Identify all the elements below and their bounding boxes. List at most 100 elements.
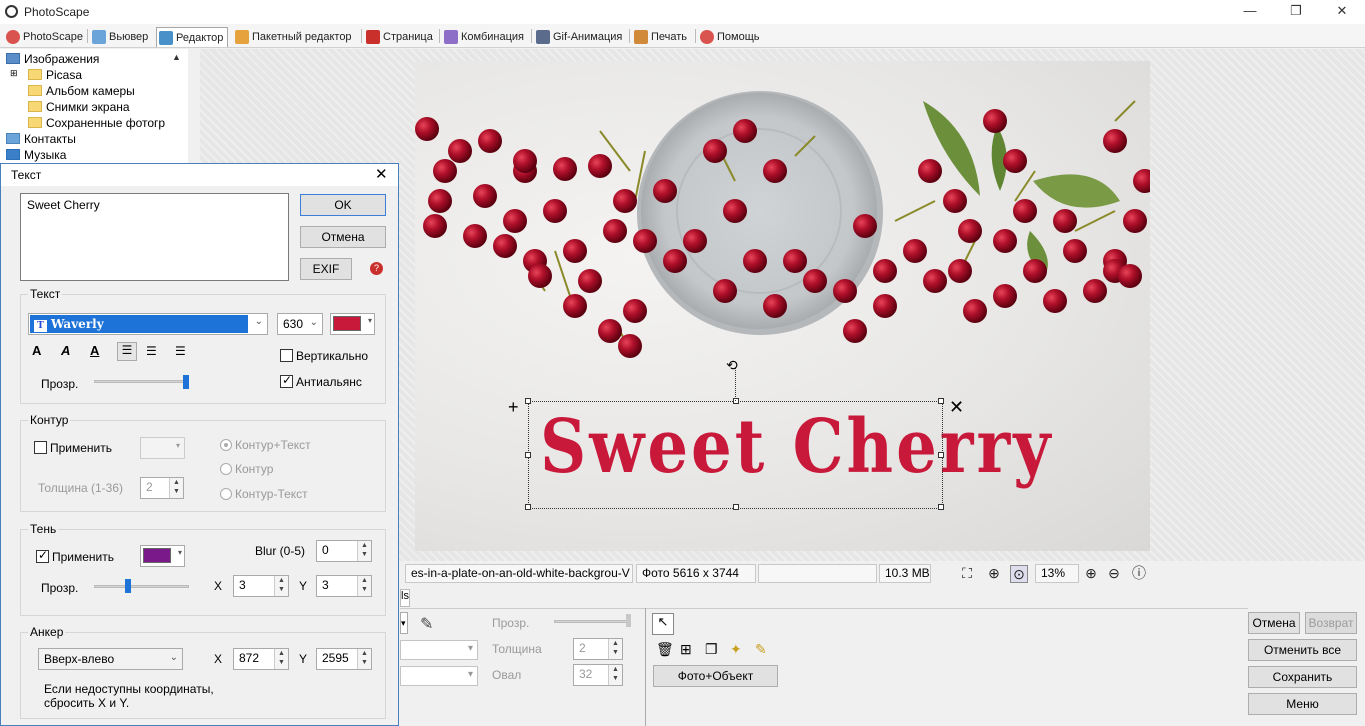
resize-handle[interactable] xyxy=(733,504,739,510)
anchor-y-spinner[interactable]: 2595 ▲ ▼ xyxy=(316,648,372,670)
fit-screen-icon[interactable]: ⛶ xyxy=(958,565,976,583)
text-opacity-thumb[interactable] xyxy=(183,375,189,389)
undo-all-button[interactable]: Отменить все xyxy=(1248,639,1357,661)
shadow-apply-checkbox[interactable]: Применить xyxy=(36,548,114,564)
shadow-x-spinner[interactable]: 3 ▲ ▼ xyxy=(233,575,289,597)
radio-outline-button[interactable] xyxy=(220,463,232,475)
radio-outline-minus-text-button[interactable] xyxy=(220,488,232,500)
radio-outline-text-button[interactable] xyxy=(220,439,232,451)
anchor-select[interactable]: Вверх-влево ⌄ xyxy=(38,648,183,670)
outline-apply-box[interactable] xyxy=(34,441,47,454)
expand-icon[interactable]: ⊞ xyxy=(10,68,18,79)
zoom-in-icon[interactable]: ⊕ xyxy=(1082,565,1100,583)
copy-object-icon[interactable]: ❐ xyxy=(705,641,718,658)
resize-handle[interactable] xyxy=(733,398,739,404)
tab-viewer[interactable]: Вьювер xyxy=(90,27,152,47)
opacity-slider[interactable] xyxy=(554,620,630,623)
cancel-button[interactable]: Отмена xyxy=(300,226,386,248)
tab-combine[interactable]: Комбинация xyxy=(442,27,528,47)
tree-item-images[interactable]: Изображения xyxy=(6,52,99,66)
resize-handle[interactable] xyxy=(525,504,531,510)
bottom-combo-2[interactable]: ▾ xyxy=(400,666,478,686)
tree-item-picasa[interactable]: Picasa xyxy=(28,68,82,82)
shadow-y-spinner[interactable]: 3 ▲ ▼ xyxy=(316,575,372,597)
shadow-color-picker[interactable]: ▾ xyxy=(140,545,185,567)
radio-outline[interactable]: Контур xyxy=(220,462,273,476)
undo-button[interactable]: Отмена xyxy=(1248,612,1300,634)
ok-button[interactable]: OK xyxy=(300,194,386,216)
text-opacity-slider[interactable] xyxy=(94,380,189,383)
fit-window-icon[interactable]: ⊙ xyxy=(1010,565,1028,583)
outline-apply-checkbox[interactable]: Применить xyxy=(34,441,112,455)
trash-icon[interactable]: 🗑 xyxy=(656,641,674,658)
effects-icon[interactable]: ✦ xyxy=(730,641,742,658)
thickness-spinner[interactable]: 2 ▲ ▼ xyxy=(573,638,623,660)
minimize-button[interactable]: — xyxy=(1227,0,1273,24)
outline-thickness-spinner[interactable]: 2 ▲ ▼ xyxy=(140,477,184,499)
opacity-thumb[interactable] xyxy=(626,614,631,627)
shadow-opacity-slider[interactable] xyxy=(94,585,189,588)
text-color-picker[interactable]: ▾ xyxy=(330,313,375,335)
zoom-out-icon[interactable]: ⊖ xyxy=(1105,565,1123,583)
scroll-up-icon[interactable]: ▲ xyxy=(172,52,181,62)
eyedropper-icon[interactable]: ✎ xyxy=(420,614,433,634)
align-left-icon[interactable]: ☰ xyxy=(117,342,137,361)
info-icon[interactable]: ⓘ xyxy=(1130,565,1148,583)
restore-button[interactable]: ❐ xyxy=(1273,0,1319,24)
tree-item-screenshots[interactable]: Снимки экрана xyxy=(28,100,130,114)
delete-object-icon[interactable]: ✕ xyxy=(949,397,964,418)
rotate-icon[interactable]: ⟲ xyxy=(726,357,738,374)
underline-icon[interactable]: A xyxy=(90,343,99,358)
add-object-icon[interactable]: ⊞ xyxy=(680,641,692,658)
redo-button[interactable]: Возврат xyxy=(1305,612,1357,634)
resize-handle[interactable] xyxy=(938,398,944,404)
tab-print[interactable]: Печать xyxy=(632,27,691,47)
font-size-select[interactable]: 630 ⌄ xyxy=(277,313,323,335)
tab-editor[interactable]: Редактор xyxy=(156,27,229,47)
tab-gif[interactable]: Gif-Анимация xyxy=(534,27,626,47)
close-window-button[interactable]: ✕ xyxy=(1319,0,1365,24)
menu-button[interactable]: Меню xyxy=(1248,693,1357,715)
vertical-checkbox[interactable]: Вертикально xyxy=(280,349,368,363)
resize-handle[interactable] xyxy=(525,398,531,404)
dialog-close-icon[interactable]: ✕ xyxy=(375,165,388,183)
oval-spinner[interactable]: 32 ▲ ▼ xyxy=(573,664,623,686)
tab-page[interactable]: Страница xyxy=(364,27,437,47)
tree-item-music[interactable]: Музыка xyxy=(6,148,66,162)
resize-handle[interactable] xyxy=(525,452,531,458)
align-center-icon[interactable]: ☰ xyxy=(146,344,157,358)
pointer-tool-icon[interactable]: ↖ xyxy=(652,613,674,635)
tab-fragment[interactable]: ls xyxy=(400,589,410,607)
tree-item-contacts[interactable]: Контакты xyxy=(6,132,76,146)
move-icon[interactable]: + xyxy=(508,397,519,418)
antialias-checkbox[interactable]: Антиальянс xyxy=(280,373,362,389)
dropdown-arrow-icon[interactable]: ▾ xyxy=(400,612,408,634)
save-button[interactable]: Сохранить xyxy=(1248,666,1357,688)
shadow-opacity-thumb[interactable] xyxy=(125,579,132,593)
tab-photoscape[interactable]: PhotoScape xyxy=(4,27,87,47)
tab-help[interactable]: Помощь xyxy=(698,27,764,47)
font-select[interactable]: T Waverly ⌄ xyxy=(28,313,268,335)
blur-spinner[interactable]: 0 ▲ ▼ xyxy=(316,540,372,562)
vertical-checkbox-box[interactable] xyxy=(280,349,293,362)
anchor-x-spinner[interactable]: 872 ▲ ▼ xyxy=(233,648,289,670)
text-input[interactable]: Sweet Cherry xyxy=(20,193,289,281)
radio-outline-minus-text[interactable]: Контур-Текст xyxy=(220,487,308,501)
resize-handle[interactable] xyxy=(938,504,944,510)
text-selection-box[interactable] xyxy=(525,398,944,510)
tree-item-camera-roll[interactable]: Альбом камеры xyxy=(28,84,135,98)
actual-size-icon[interactable]: ⊕ xyxy=(985,565,1003,583)
tree-item-saved-photos[interactable]: Сохраненные фотогр xyxy=(28,116,165,130)
photo-object-button[interactable]: Фото+Объект xyxy=(653,665,778,687)
text-edit-icon[interactable]: ✎ xyxy=(755,641,767,658)
tab-batch-editor[interactable]: Пакетный редактор xyxy=(233,27,356,47)
exif-button[interactable]: EXIF xyxy=(300,258,352,280)
bold-icon[interactable]: A xyxy=(32,343,41,358)
help-icon[interactable]: ? xyxy=(370,262,383,275)
radio-outline-text[interactable]: Контур+Текст xyxy=(220,438,311,452)
resize-handle[interactable] xyxy=(938,452,944,458)
align-right-icon[interactable]: ☰ xyxy=(175,344,186,358)
antialias-checkbox-box[interactable] xyxy=(280,373,293,388)
bottom-combo-1[interactable]: ▾ xyxy=(400,640,478,660)
italic-icon[interactable]: A xyxy=(61,343,70,358)
